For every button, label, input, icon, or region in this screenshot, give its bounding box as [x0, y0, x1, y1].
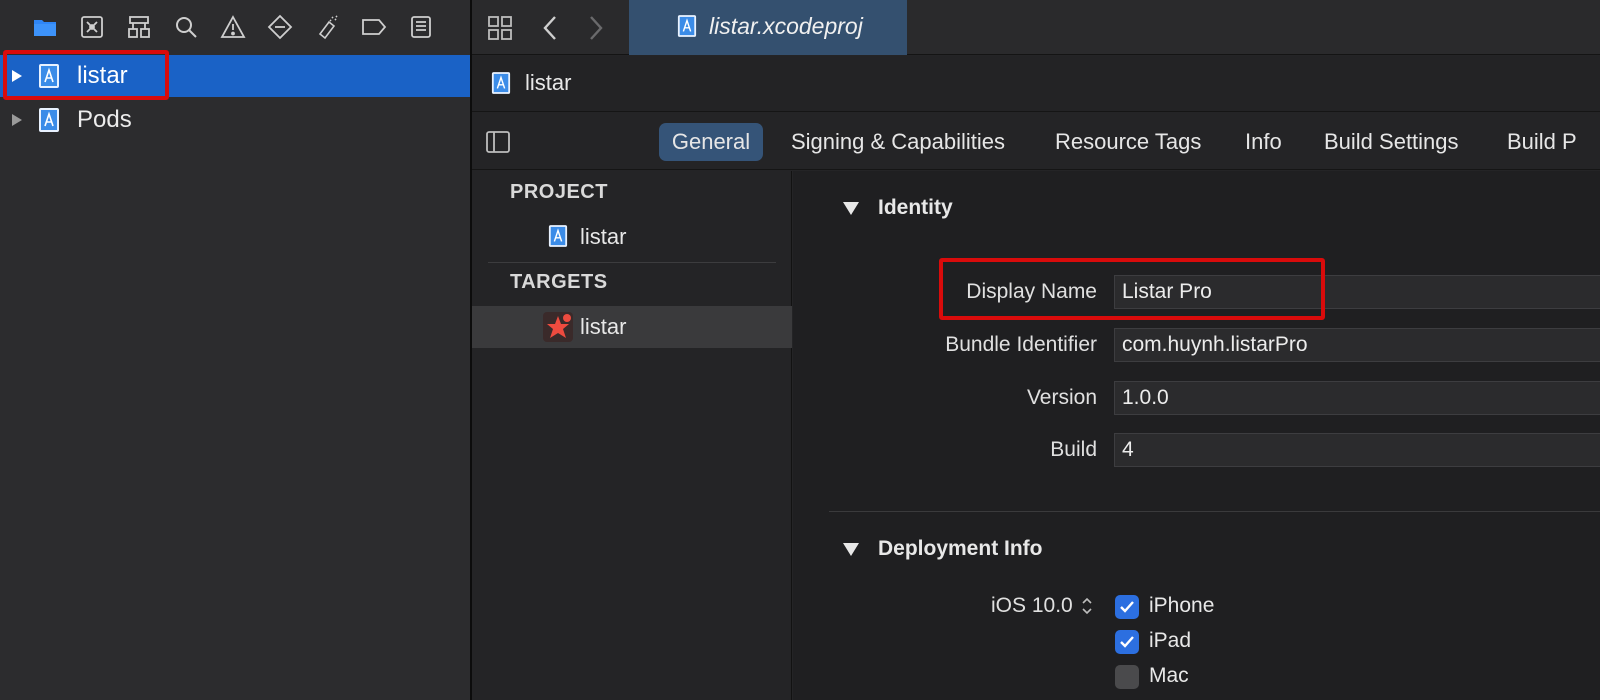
build-field[interactable]: [1114, 433, 1600, 467]
tab-title[interactable]: listar.xcodeproj: [709, 13, 863, 40]
build-label: Build: [1050, 438, 1097, 461]
tab-build-settings[interactable]: Build Settings: [1324, 123, 1459, 161]
annotation-highlight-box: [3, 50, 169, 100]
target-item-listar[interactable]: listar: [472, 306, 792, 348]
xcodeproj-file-icon: [677, 15, 697, 37]
collapse-triangle-icon[interactable]: [843, 543, 859, 556]
project-item-listar[interactable]: listar: [472, 216, 792, 258]
tag-icon[interactable]: [359, 12, 389, 42]
mac-label: Mac: [1149, 664, 1189, 687]
collapse-triangle-icon[interactable]: [843, 202, 859, 215]
version-field[interactable]: [1114, 381, 1600, 415]
targets-section-header: TARGETS: [510, 271, 608, 293]
jump-bar-item[interactable]: listar: [525, 70, 571, 96]
tab-resource-tags[interactable]: Resource Tags: [1055, 123, 1201, 161]
project-item-label: listar: [580, 224, 627, 249]
identity-section-title: Identity: [878, 196, 953, 219]
build-input[interactable]: [1115, 434, 1600, 466]
divider: [488, 262, 776, 263]
navigator-toolbar: [0, 0, 470, 54]
sidebar-toggle-icon[interactable]: [485, 129, 511, 155]
target-item-label: listar: [580, 314, 627, 339]
tree-row-pods[interactable]: Pods: [0, 99, 470, 141]
forward-arrow-icon[interactable]: [586, 14, 606, 42]
report-icon[interactable]: [406, 12, 436, 42]
tab-info[interactable]: Info: [1245, 123, 1282, 161]
divider: [829, 511, 1600, 512]
tree-label-pods: Pods: [77, 106, 132, 133]
iphone-label: iPhone: [1149, 594, 1215, 617]
tab-general[interactable]: General: [659, 123, 763, 161]
mac-checkbox[interactable]: [1115, 665, 1139, 689]
checkmark-icon: [1120, 636, 1134, 648]
checkmark-icon: [1120, 601, 1134, 613]
stepper-chevron-icon[interactable]: [1080, 596, 1094, 616]
xcodeproj-file-icon: [491, 72, 511, 94]
version-input[interactable]: [1115, 382, 1600, 414]
test-icon[interactable]: [312, 12, 342, 42]
deployment-section-title: Deployment Info: [878, 537, 1043, 560]
tab-build-phases[interactable]: Build P: [1507, 123, 1600, 161]
version-label: Version: [1026, 386, 1097, 409]
jump-bar: [472, 56, 1600, 112]
bundle-identifier-label: Bundle Identifier: [945, 333, 1097, 356]
bundle-identifier-input[interactable]: [1115, 329, 1600, 361]
app-icon: [543, 312, 573, 342]
grid-icon[interactable]: [486, 14, 514, 42]
xcodeproj-file-icon: [548, 225, 568, 247]
ipad-label: iPad: [1149, 629, 1192, 652]
disclosure-triangle-icon[interactable]: [10, 112, 24, 128]
source-control-icon[interactable]: [77, 12, 107, 42]
bundle-identifier-field[interactable]: [1114, 328, 1600, 362]
ipad-checkbox[interactable]: [1115, 630, 1139, 654]
xcodeproj-file-icon: [39, 108, 59, 132]
folder-icon[interactable]: [30, 12, 60, 42]
search-icon[interactable]: [171, 12, 201, 42]
warning-icon[interactable]: [218, 12, 248, 42]
tab-signing-capabilities[interactable]: Signing & Capabilities: [791, 123, 1005, 161]
back-arrow-icon[interactable]: [540, 14, 560, 42]
breakpoint-icon[interactable]: [265, 12, 295, 42]
annotation-highlight-box: [939, 258, 1325, 320]
project-section-header: PROJECT: [510, 181, 608, 203]
hierarchy-icon[interactable]: [124, 12, 154, 42]
iphone-checkbox[interactable]: [1115, 595, 1139, 619]
ios-version-select[interactable]: iOS 10.0: [991, 594, 1073, 618]
